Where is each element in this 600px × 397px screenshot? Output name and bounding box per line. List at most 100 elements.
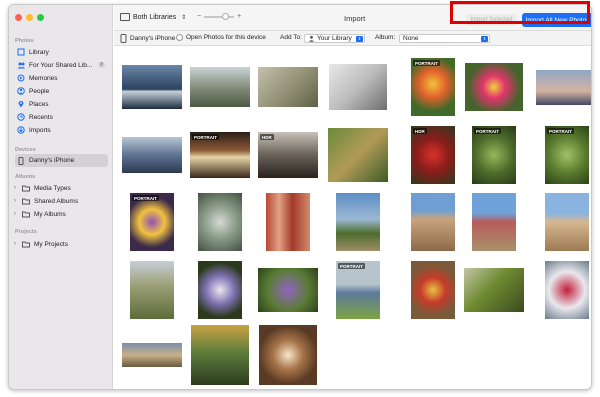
photo-type-badge: HDR <box>260 134 274 140</box>
photo-thumbnail[interactable] <box>191 325 249 385</box>
sidebar-item-label: People <box>29 87 50 95</box>
device-label: Danny's iPhone <box>120 34 175 43</box>
sidebar-item-memories[interactable]: Memories <box>15 72 108 84</box>
photo-thumbnail[interactable] <box>411 193 455 251</box>
photo-thumbnail[interactable] <box>198 193 242 251</box>
sidebar-item-media-types[interactable]: › Media Types <box>12 182 108 194</box>
sidebar-item-label: Recents <box>29 113 53 121</box>
recents-icon <box>17 113 25 121</box>
photo-type-badge: PORTRAIT <box>474 128 501 134</box>
add-to-value: Your Library <box>317 35 352 42</box>
sidebar-item-my-projects[interactable]: › My Projects <box>12 238 108 250</box>
sidebar: Photos Library For Your Shared Lib... 8 … <box>9 5 113 389</box>
zoom-out-button[interactable]: − <box>197 13 201 20</box>
photo-thumbnail[interactable] <box>198 261 242 319</box>
photo-thumbnail[interactable]: HDR <box>258 132 318 178</box>
sidebar-item-label: For Your Shared Lib... <box>29 61 93 69</box>
photo-thumbnail[interactable]: PORTRAIT <box>411 58 455 116</box>
sidebar-item-library[interactable]: Library <box>15 46 108 58</box>
sidebar-item-shared-library[interactable]: For Your Shared Lib... 8 <box>15 59 108 71</box>
photo-thumbnail[interactable] <box>336 193 380 251</box>
photo-thumbnail[interactable] <box>122 137 182 173</box>
chevron-updown-icon: ⇕ <box>356 36 363 42</box>
sidebar-item-device[interactable]: Danny's iPhone <box>15 154 108 167</box>
photo-thumbnail[interactable]: PORTRAIT <box>190 132 250 178</box>
close-window-button[interactable] <box>15 14 22 21</box>
sidebar-item-label: Memories <box>29 74 58 82</box>
zoom-in-button[interactable]: + <box>237 13 241 20</box>
photo-thumbnail[interactable]: PORTRAIT <box>472 126 516 184</box>
photo-thumbnail[interactable] <box>329 64 387 110</box>
sidebar-item-label: Imports <box>29 126 51 134</box>
library-icon <box>17 48 25 56</box>
zoom-slider[interactable] <box>204 12 235 20</box>
photo-thumbnail[interactable] <box>258 268 318 312</box>
photo-type-badge: PORTRAIT <box>413 60 440 66</box>
photo-thumbnail[interactable] <box>122 65 182 109</box>
photo-thumbnail[interactable] <box>545 261 589 319</box>
sidebar-item-label: Shared Albums <box>34 197 79 205</box>
sidebar-item-places[interactable]: Places <box>15 98 108 110</box>
device-name: Danny's iPhone <box>130 35 176 42</box>
add-to-label: Add To: <box>280 34 302 41</box>
sidebar-item-label: Danny's iPhone <box>29 157 75 164</box>
sidebar-item-label: Places <box>29 100 49 108</box>
photo-type-badge: HDR <box>413 128 427 134</box>
folder-icon <box>22 240 30 248</box>
section-albums: Albums <box>15 174 36 180</box>
open-photos-checkbox[interactable] <box>176 34 183 41</box>
photo-thumbnail[interactable] <box>266 193 310 251</box>
open-photos-option[interactable]: Open Photos for this device <box>176 34 266 41</box>
sidebar-item-my-albums[interactable]: › My Albums <box>12 208 108 220</box>
chevron-right-icon[interactable]: › <box>14 185 20 191</box>
chevron-right-icon[interactable]: › <box>14 241 20 247</box>
photo-thumbnail[interactable] <box>472 193 516 251</box>
photo-type-badge: PORTRAIT <box>547 128 574 134</box>
library-picker-icon <box>120 13 130 21</box>
photo-thumbnail[interactable] <box>122 343 182 367</box>
import-selected-button[interactable]: Import Selected <box>466 14 517 26</box>
photo-thumbnail[interactable] <box>545 193 589 251</box>
folder-icon <box>22 184 30 192</box>
minimize-window-button[interactable] <box>26 14 33 21</box>
import-all-new-photos-button[interactable]: Import All New Photos <box>522 13 591 27</box>
photo-thumbnail[interactable]: PORTRAIT <box>336 261 380 319</box>
photo-thumbnail[interactable]: PORTRAIT <box>545 126 589 184</box>
chevron-updown-icon: ⇕ <box>181 14 187 21</box>
photo-thumbnail[interactable]: HDR <box>411 126 455 184</box>
sidebar-item-imports[interactable]: Imports <box>15 124 108 136</box>
chevron-right-icon[interactable]: › <box>14 211 20 217</box>
photo-thumbnail[interactable] <box>259 325 317 385</box>
zoom-slider-knob[interactable] <box>221 12 229 20</box>
photo-type-badge: PORTRAIT <box>132 195 159 201</box>
library-selector[interactable]: Both Libraries ⇕ <box>120 13 186 21</box>
toolbar: Both Libraries ⇕ − + Import Import Selec… <box>114 5 591 31</box>
photo-thumbnail[interactable] <box>190 67 250 107</box>
album-popup[interactable]: None ⇕ <box>399 34 490 43</box>
window-title: Import <box>344 14 366 23</box>
sidebar-item-recents[interactable]: Recents <box>15 111 108 123</box>
photo-thumbnail[interactable] <box>328 128 388 182</box>
shared-count-badge: 8 <box>98 62 105 68</box>
photo-thumbnail[interactable] <box>258 67 318 107</box>
photo-thumbnail[interactable]: PORTRAIT <box>130 193 174 251</box>
photo-type-badge: PORTRAIT <box>192 134 219 140</box>
photo-type-badge: PORTRAIT <box>338 263 365 269</box>
sidebar-item-shared-albums[interactable]: › Shared Albums <box>12 195 108 207</box>
photo-thumbnail[interactable] <box>465 63 523 111</box>
photo-thumbnail[interactable] <box>130 261 174 319</box>
zoom-control: − + <box>197 12 241 20</box>
album-label: Album: <box>375 34 396 41</box>
photo-thumbnail[interactable] <box>411 261 455 319</box>
zoom-window-button[interactable] <box>37 14 44 21</box>
iphone-icon <box>120 34 127 43</box>
shared-library-icon <box>17 61 25 69</box>
chevron-right-icon[interactable]: › <box>14 198 20 204</box>
photo-thumbnail[interactable] <box>536 69 591 105</box>
window-controls <box>15 14 44 21</box>
photo-thumbnail[interactable] <box>464 268 524 312</box>
add-to-popup[interactable]: Your Library ⇕ <box>304 34 365 43</box>
people-icon <box>17 87 25 95</box>
photo-grid: PORTRAIT PORTRAIT HDR HDR PORTRAIT PORTRAIT PO… <box>114 46 591 389</box>
sidebar-item-people[interactable]: People <box>15 85 108 97</box>
